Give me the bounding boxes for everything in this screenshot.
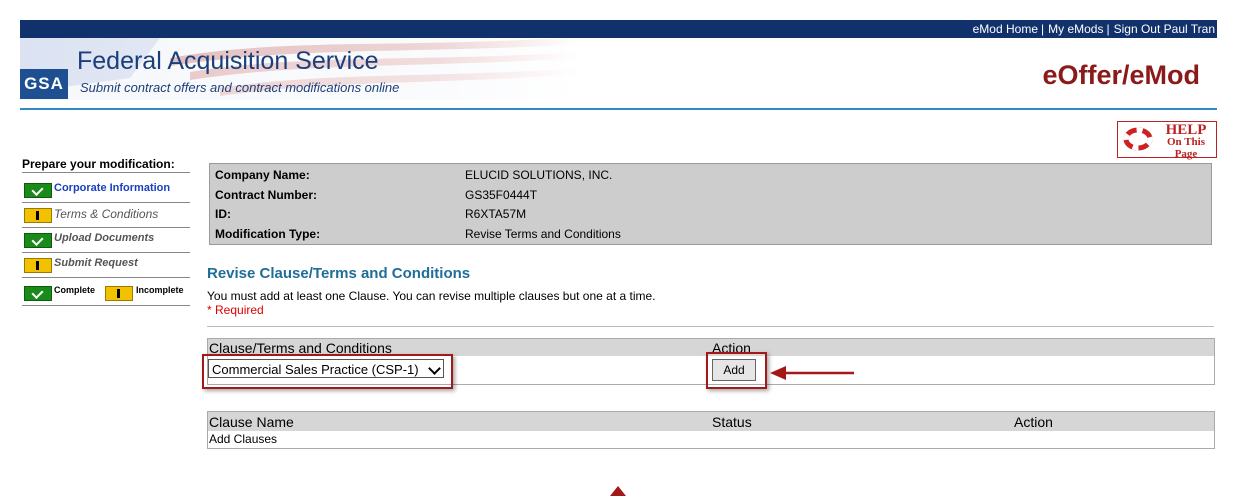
annotation-arrow-up [610,486,626,496]
modification-type-value: Revise Terms and Conditions [465,227,621,241]
incomplete-warning-icon [24,258,52,273]
add-clause-button[interactable]: Add [712,359,756,381]
sidebar-divider [22,172,190,173]
company-name-value: ELUCID SOLUTIONS, INC. [465,168,613,182]
id-value: R6XTA57M [465,207,527,221]
eoffer-emod-brand: eOffer/eMod [1042,60,1200,90]
top-bar: eMod Home | My eMods | Sign Out Paul Tran [20,20,1217,38]
site-title: Federal Acquisition Service [77,47,379,75]
chevron-down-icon [428,362,441,375]
gsa-logo: GSA [20,69,68,99]
table-header: Clause Name Status Action [208,412,1214,431]
required-note: * Required [207,303,264,317]
sidebar-item-submit-request[interactable]: Submit Request [22,253,190,278]
section-divider [207,326,1214,327]
help-button[interactable]: HELP On This Page [1117,121,1217,161]
site-subtitle: Submit contract offers and contract modi… [80,80,400,95]
complete-check-icon [24,286,52,301]
column-header: Status [712,414,752,430]
lifebuoy-icon [1123,127,1153,151]
emod-home-link[interactable]: eMod Home [973,22,1038,36]
incomplete-warning-icon [24,208,52,223]
info-label: Company Name: [215,168,310,182]
info-label: ID: [215,207,231,221]
my-emods-link[interactable]: My eMods [1048,22,1103,36]
clause-select[interactable]: Commercial Sales Practice (CSP-1) [208,359,444,378]
contract-number-value: GS35F0444T [465,188,538,202]
complete-check-icon [24,233,52,248]
info-label: Contract Number: [215,188,318,202]
info-label: Modification Type: [215,227,321,241]
status-legend: Complete Incomplete [22,281,190,306]
column-header: Clause Name [209,414,294,430]
sidebar-item-terms-conditions[interactable]: Terms & Conditions [22,203,190,228]
sidebar-title: Prepare your modification: [22,157,175,171]
help-label: HELP On This Page [1165,122,1207,161]
section-instructions: You must add at least one Clause. You ca… [207,289,656,303]
empty-row-text: Add Clauses [209,432,278,446]
section-title: Revise Clause/Terms and Conditions [207,265,471,282]
annotation-arrow [770,366,854,380]
header-divider [20,108,1217,110]
column-header: Action [1014,414,1053,430]
sidebar-item-upload-documents[interactable]: Upload Documents [22,228,190,253]
contract-info-panel: Company Name: ELUCID SOLUTIONS, INC. Con… [209,163,1212,245]
incomplete-warning-icon [105,286,133,301]
top-links: eMod Home | My eMods | Sign Out Paul Tran [972,22,1215,36]
clauses-list-table: Clause Name Status Action Add Clauses [207,411,1215,449]
complete-check-icon [24,183,52,198]
sidebar-item-corporate-information[interactable]: Corporate Information [22,178,190,203]
sign-out-link[interactable]: Sign Out Paul Tran [1114,22,1215,36]
